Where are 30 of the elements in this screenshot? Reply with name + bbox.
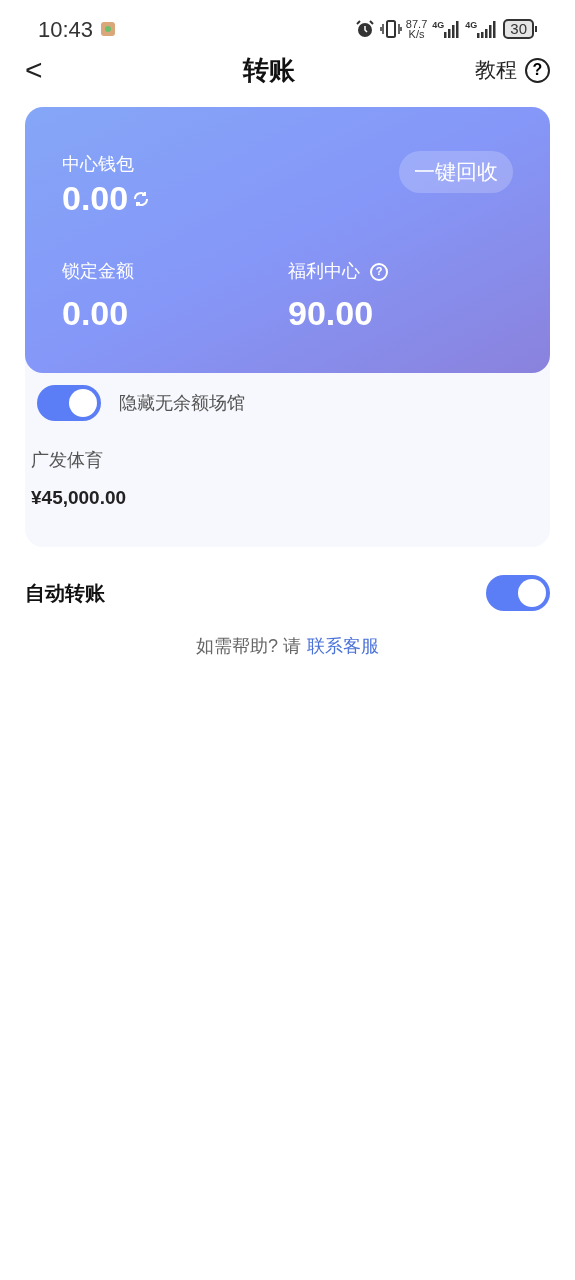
locked-label: 锁定金额 xyxy=(62,260,135,283)
signal-icon xyxy=(444,20,461,38)
venue-amount: ¥45,000.00 xyxy=(31,486,128,510)
wallet-amount: 0.00 xyxy=(62,178,129,218)
locked-amount: 0.00 xyxy=(62,293,130,333)
alarm-icon xyxy=(354,19,375,39)
wallet-label: 中心钱包 xyxy=(62,153,135,176)
net-speed-unit: K/s xyxy=(408,29,425,39)
toggle-switch[interactable] xyxy=(486,574,550,611)
contact-support-link[interactable]: 联系客服 xyxy=(307,632,379,660)
toggle-switch[interactable] xyxy=(37,385,101,421)
help-icon[interactable]: ? xyxy=(525,57,550,83)
tutorial-link[interactable]: 教程 xyxy=(475,54,517,86)
page-title: 转账 xyxy=(242,53,295,87)
toggle-label: 隐藏无余额场馆 xyxy=(119,391,245,415)
welfare-label: 福利中心 xyxy=(288,260,360,283)
status-time: 10:43 xyxy=(38,15,94,44)
refresh-icon[interactable] xyxy=(132,190,151,208)
auto-transfer-label: 自动转账 xyxy=(25,580,105,606)
help-text: 如需帮助? 请 xyxy=(196,634,301,658)
signal-icon xyxy=(477,20,498,38)
welfare-amount: 90.00 xyxy=(288,293,375,333)
app-notification-icon xyxy=(101,22,116,36)
venue-name: 广发体育 xyxy=(31,449,104,472)
back-button[interactable]: < xyxy=(25,55,43,85)
vibrate-icon xyxy=(379,19,402,39)
net-speed: 87.7 xyxy=(405,19,428,29)
battery-indicator: 30 xyxy=(503,19,534,39)
network-type: 4G xyxy=(432,20,445,30)
network-type: 4G xyxy=(465,20,478,30)
